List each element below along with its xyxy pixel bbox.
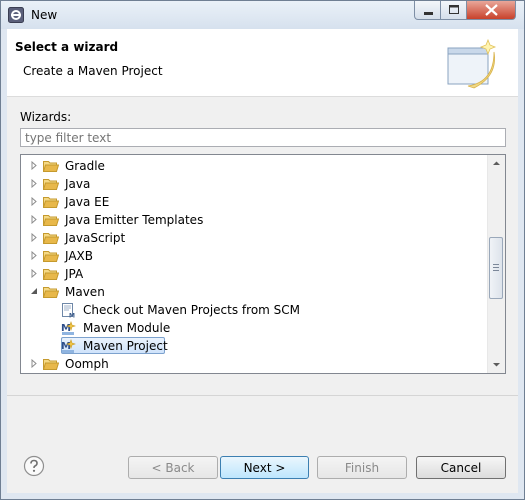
folder-icon [43, 359, 59, 370]
finish-button[interactable]: Finish [317, 456, 407, 479]
tree-item-label: Oomph [65, 357, 109, 371]
folder-icon [43, 197, 59, 208]
back-button[interactable]: < Back [128, 456, 218, 479]
collapsed-arrow-icon[interactable] [30, 233, 38, 242]
filter-input[interactable] [20, 128, 506, 147]
grip-icon [493, 264, 499, 271]
tree-folder[interactable]: Java EE [21, 193, 488, 211]
collapsed-arrow-icon[interactable] [30, 179, 38, 188]
folder-icon [43, 251, 59, 262]
collapsed-arrow-icon[interactable] [30, 215, 38, 224]
tree-item[interactable]: M Maven Project [21, 337, 488, 355]
maximize-icon [449, 5, 459, 14]
tree-item-label: Java Emitter Templates [65, 213, 204, 227]
banner-title: Select a wizard [15, 40, 119, 54]
dialog-content: Select a wizard Create a Maven Project W… [7, 29, 518, 493]
minimize-icon [424, 12, 433, 15]
tree-item-label: Maven [65, 285, 105, 299]
title-bar[interactable]: New [1, 1, 524, 29]
new-wizard-window: New Select a wizard Create a Maven Proje… [0, 0, 525, 500]
folder-open-icon [43, 287, 59, 298]
new-wizard-banner-icon [447, 38, 497, 89]
scrollbar-thumb[interactable] [489, 237, 503, 299]
cancel-button[interactable]: Cancel [416, 456, 506, 479]
maven-project-icon: M [61, 339, 76, 353]
tree-item-label: JAXB [65, 249, 93, 263]
eclipse-icon [8, 7, 24, 23]
folder-icon [43, 233, 59, 244]
svg-text:M: M [69, 313, 75, 319]
collapsed-arrow-icon[interactable] [30, 251, 38, 260]
help-icon[interactable] [23, 455, 45, 477]
tree-folder[interactable]: JavaScript [21, 229, 488, 247]
folder-icon [43, 179, 59, 190]
minimize-button[interactable] [414, 1, 441, 20]
close-icon [485, 4, 498, 16]
wizard-banner: Select a wizard Create a Maven Project [7, 29, 518, 97]
tree-folder[interactable]: Java Emitter Templates [21, 211, 488, 229]
collapsed-arrow-icon[interactable] [30, 161, 38, 170]
folder-icon [43, 269, 59, 280]
tree-folder[interactable]: Maven [21, 283, 488, 301]
next-button[interactable]: Next > [220, 456, 309, 479]
tree-folder[interactable]: JAXB [21, 247, 488, 265]
tree-item-label: Maven Project [83, 339, 168, 353]
maven-module-icon: M [61, 321, 76, 335]
tree-folder[interactable]: Gradle [21, 157, 488, 175]
close-button[interactable] [467, 1, 516, 20]
tree-item[interactable]: M Check out Maven Projects from SCM [21, 301, 488, 319]
tree-item-label: Java [65, 177, 91, 191]
expanded-arrow-icon[interactable] [30, 287, 38, 296]
collapsed-arrow-icon[interactable] [30, 269, 38, 278]
collapsed-arrow-icon[interactable] [30, 197, 38, 206]
tree-folder[interactable]: Java [21, 175, 488, 193]
tree-folder[interactable]: Oomph [21, 355, 488, 373]
banner-description: Create a Maven Project [23, 64, 163, 78]
button-bar-divider [7, 395, 518, 396]
scroll-up-icon[interactable] [488, 155, 505, 172]
scroll-down-icon[interactable] [488, 356, 505, 373]
tree-item-label: Check out Maven Projects from SCM [83, 303, 301, 317]
folder-icon [43, 215, 59, 226]
collapsed-arrow-icon[interactable] [30, 359, 38, 368]
tree-item-label: JavaScript [65, 231, 126, 245]
tree-item-label: Gradle [65, 159, 105, 173]
wizard-tree[interactable]: Gradle Java Java EE Java Emitter Templates J… [20, 154, 506, 374]
tree-item-label: JPA [65, 267, 84, 281]
tree-item-label: Maven Module [83, 321, 171, 335]
vertical-scrollbar[interactable] [487, 155, 505, 373]
wizards-label: Wizards: [20, 110, 72, 124]
folder-icon [43, 161, 59, 172]
window-title: New [31, 8, 58, 22]
tree-folder[interactable]: JPA [21, 265, 488, 283]
maximize-button[interactable] [441, 1, 467, 20]
maven-checkout-icon: M [62, 303, 75, 319]
tree-item-label: Java EE [65, 195, 110, 209]
tree-item[interactable]: M Maven Module [21, 319, 488, 337]
